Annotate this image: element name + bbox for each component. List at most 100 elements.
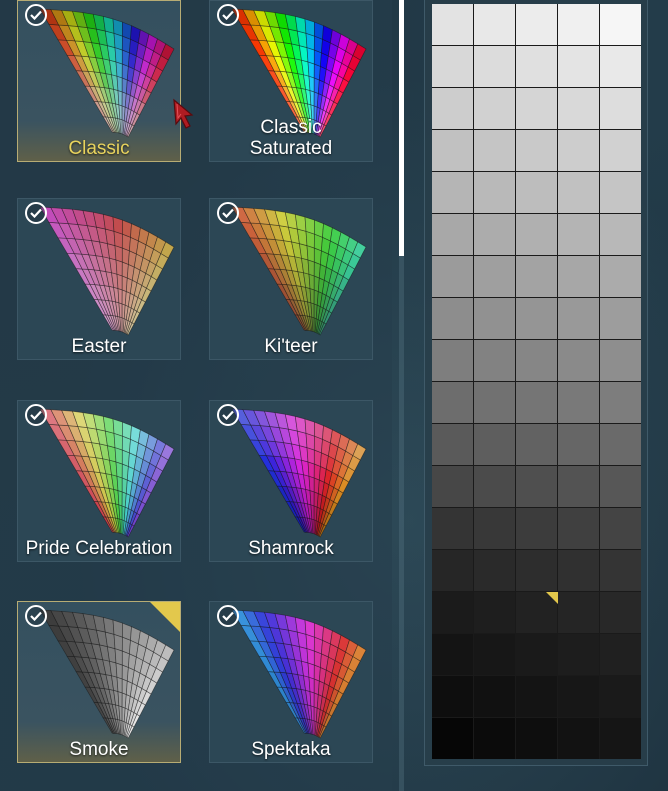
color-swatch[interactable]: [600, 88, 641, 129]
color-swatch[interactable]: [474, 550, 515, 591]
color-swatch[interactable]: [432, 130, 473, 171]
color-swatch[interactable]: [558, 256, 599, 297]
color-swatch[interactable]: [558, 424, 599, 465]
color-swatch[interactable]: [432, 424, 473, 465]
color-swatch[interactable]: [600, 592, 641, 633]
color-swatch[interactable]: [516, 676, 557, 717]
color-swatch[interactable]: [474, 676, 515, 717]
color-swatch[interactable]: [474, 424, 515, 465]
color-swatch[interactable]: [474, 88, 515, 129]
palette-scrollbar-thumb[interactable]: [399, 0, 404, 256]
color-swatch[interactable]: [600, 4, 641, 45]
color-swatch[interactable]: [516, 508, 557, 549]
color-swatch[interactable]: [432, 508, 473, 549]
color-swatch[interactable]: [474, 4, 515, 45]
color-swatch[interactable]: [474, 214, 515, 255]
color-swatch[interactable]: [600, 340, 641, 381]
color-swatch[interactable]: [432, 4, 473, 45]
color-swatch[interactable]: [600, 298, 641, 339]
color-swatch[interactable]: [558, 214, 599, 255]
palette-name: Ki'teer: [264, 336, 318, 357]
color-swatch[interactable]: [474, 46, 515, 87]
color-swatch[interactable]: [558, 4, 599, 45]
palette-tile[interactable]: Pride Celebration: [17, 400, 181, 562]
color-swatch[interactable]: [516, 718, 557, 759]
color-swatch[interactable]: [516, 46, 557, 87]
color-swatch[interactable]: [474, 340, 515, 381]
color-swatch[interactable]: [474, 256, 515, 297]
color-swatch[interactable]: [432, 88, 473, 129]
color-swatch[interactable]: [558, 88, 599, 129]
color-swatch[interactable]: [474, 508, 515, 549]
color-swatch[interactable]: [600, 382, 641, 423]
color-swatch[interactable]: [600, 718, 641, 759]
color-swatch[interactable]: [432, 550, 473, 591]
palette-tile[interactable]: Easter: [17, 198, 181, 360]
color-swatch[interactable]: [516, 88, 557, 129]
color-swatch[interactable]: [558, 718, 599, 759]
palette-tile[interactable]: Spektaka: [209, 601, 373, 763]
color-swatch[interactable]: [432, 382, 473, 423]
color-swatch[interactable]: [474, 172, 515, 213]
color-swatch[interactable]: [432, 256, 473, 297]
color-swatch[interactable]: [516, 340, 557, 381]
color-swatch[interactable]: [600, 424, 641, 465]
color-swatch[interactable]: [600, 130, 641, 171]
color-swatch[interactable]: [600, 634, 641, 675]
palette-tile[interactable]: Shamrock: [209, 400, 373, 562]
color-swatch[interactable]: [558, 382, 599, 423]
color-swatch[interactable]: [516, 130, 557, 171]
color-swatch[interactable]: [600, 676, 641, 717]
color-swatch[interactable]: [474, 634, 515, 675]
color-swatch[interactable]: [558, 508, 599, 549]
color-swatch[interactable]: [600, 508, 641, 549]
color-swatch[interactable]: [558, 676, 599, 717]
palette-tile[interactable]: Ki'teer: [209, 198, 373, 360]
color-swatch[interactable]: [558, 340, 599, 381]
color-swatch[interactable]: [432, 676, 473, 717]
color-swatch[interactable]: [600, 172, 641, 213]
color-swatch[interactable]: [516, 592, 558, 633]
color-swatch[interactable]: [600, 550, 641, 591]
color-swatch[interactable]: [474, 592, 515, 633]
color-swatch[interactable]: [474, 466, 515, 507]
color-swatch[interactable]: [600, 466, 641, 507]
color-swatch[interactable]: [558, 46, 599, 87]
color-swatch[interactable]: [432, 298, 473, 339]
color-swatch[interactable]: [558, 592, 599, 633]
palette-tile[interactable]: Classic: [17, 0, 181, 162]
color-swatch[interactable]: [516, 466, 557, 507]
color-swatch[interactable]: [516, 256, 557, 297]
color-swatch[interactable]: [516, 550, 557, 591]
color-swatch[interactable]: [516, 424, 557, 465]
color-swatch[interactable]: [474, 298, 515, 339]
color-swatch[interactable]: [558, 634, 599, 675]
palette-tile[interactable]: Smoke: [17, 601, 181, 763]
color-swatch[interactable]: [432, 466, 473, 507]
color-swatch[interactable]: [600, 46, 641, 87]
color-swatch[interactable]: [558, 298, 599, 339]
color-swatch[interactable]: [516, 634, 557, 675]
color-swatch[interactable]: [474, 382, 515, 423]
palette-tile[interactable]: Classic Saturated: [209, 0, 373, 162]
color-swatch[interactable]: [600, 214, 641, 255]
color-swatch[interactable]: [432, 340, 473, 381]
color-swatch[interactable]: [432, 214, 473, 255]
color-swatch[interactable]: [516, 382, 557, 423]
color-swatch[interactable]: [474, 130, 515, 171]
color-swatch[interactable]: [474, 718, 515, 759]
color-swatch[interactable]: [432, 46, 473, 87]
color-swatch[interactable]: [516, 214, 557, 255]
color-swatch[interactable]: [432, 592, 473, 633]
color-swatch[interactable]: [516, 298, 557, 339]
color-swatch[interactable]: [516, 4, 557, 45]
color-swatch[interactable]: [558, 550, 599, 591]
color-swatch[interactable]: [558, 466, 599, 507]
color-swatch[interactable]: [600, 256, 641, 297]
color-swatch[interactable]: [558, 130, 599, 171]
color-swatch[interactable]: [432, 634, 473, 675]
color-swatch[interactable]: [558, 172, 599, 213]
color-swatch[interactable]: [432, 718, 473, 759]
color-swatch[interactable]: [432, 172, 473, 213]
color-swatch[interactable]: [516, 172, 557, 213]
